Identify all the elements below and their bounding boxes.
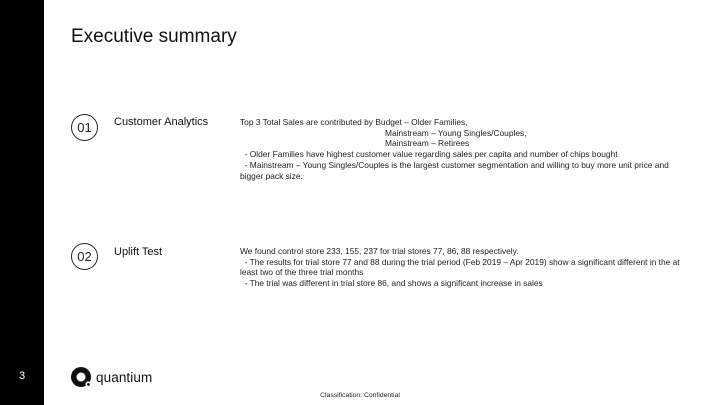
section-body: We found control store 233, 155, 237 for… xyxy=(240,246,690,289)
body-line: Mainstream – Retirees xyxy=(385,138,470,149)
body-line: - Mainstream – Young Singles/Couples is … xyxy=(240,159,672,181)
quantium-logo-icon xyxy=(71,367,91,387)
slide-title: Executive summary xyxy=(71,26,237,47)
section-body: Top 3 Total Sales are contributed by Bud… xyxy=(240,117,690,181)
brand-name: quantium xyxy=(96,369,153,385)
section-number-badge: 02 xyxy=(71,243,98,270)
body-line: Top 3 Total Sales are contributed by Bud… xyxy=(240,117,468,127)
body-line: We found control store 233, 155, 237 for… xyxy=(240,246,519,256)
body-line: - The results for trial store 77 and 88 … xyxy=(240,256,682,278)
classification-label: Classification: Confidential xyxy=(320,392,400,399)
body-line: - Older Families have highest customer v… xyxy=(240,149,618,160)
side-bar xyxy=(0,0,44,405)
body-line: Mainstream – Young Singles/Couples, xyxy=(385,127,527,138)
section-number-badge: 01 xyxy=(71,114,98,141)
section-title: Customer Analytics xyxy=(114,116,209,128)
body-line: - The trial was different in trial store… xyxy=(240,278,543,289)
page-number: 3 xyxy=(18,370,26,382)
quantium-logo: quantium xyxy=(71,367,152,387)
section-title: Uplift Test xyxy=(114,246,163,258)
